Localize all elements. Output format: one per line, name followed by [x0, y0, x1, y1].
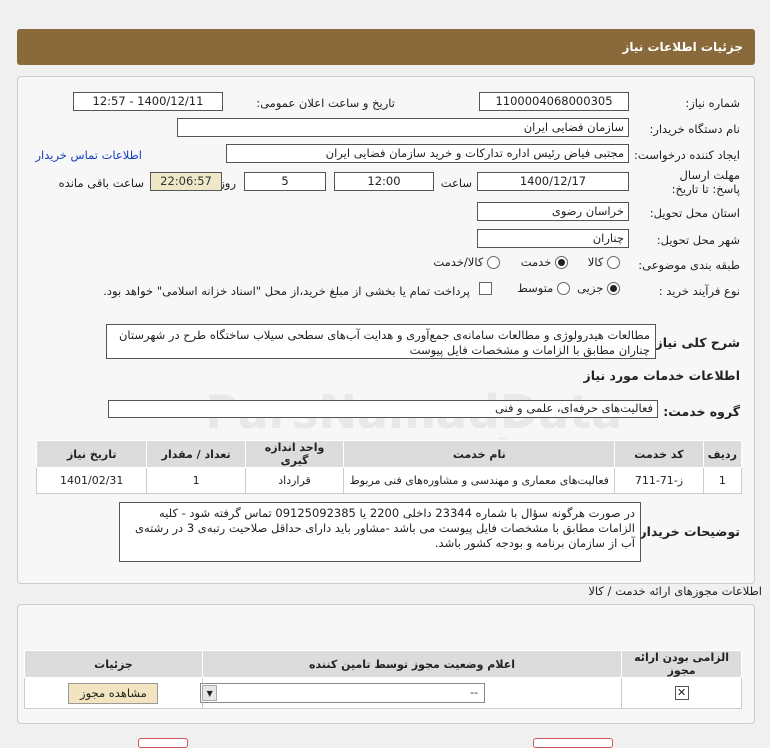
radio-goods[interactable] — [607, 256, 620, 269]
cell-service-code: ز-71-711 — [614, 467, 704, 494]
announce-label: تاریخ و ساعت اعلان عمومی: — [256, 96, 395, 110]
treasury-checkbox[interactable] — [479, 282, 492, 295]
permits-table-header: الزامی بودن ارائه مجوز اعلام وضعیت مجوز … — [24, 650, 742, 678]
col-permit-details: جزئیات — [24, 650, 203, 678]
table-row: ✕ -- ▼ مشاهده مجوز — [24, 677, 742, 709]
bottom-button-left[interactable] — [138, 738, 188, 748]
col-unit: واحد اندازه گیری — [244, 440, 345, 468]
days-field[interactable]: 5 — [244, 172, 326, 191]
col-service-name: نام خدمت — [343, 440, 616, 468]
cell-quantity: 1 — [146, 467, 246, 494]
view-permit-button[interactable]: مشاهده مجوز — [68, 682, 159, 704]
permit-status-select[interactable]: -- ▼ — [200, 683, 486, 703]
cell-permit-status: -- ▼ — [200, 677, 623, 709]
deadline-label: مهلت ارسال پاسخ: تا تاریخ: — [671, 168, 740, 196]
bottom-button-right[interactable] — [533, 738, 613, 748]
description-field[interactable]: مطالعات هیدرولوژی و مطالعات سامانه‌ی جمع… — [106, 324, 656, 359]
description-label: شرح کلی نیاز: — [650, 335, 740, 350]
contact-buyer-link[interactable]: اطلاعات تماس خریدار — [35, 148, 142, 162]
deadline-time-field[interactable]: 12:00 — [334, 172, 434, 191]
cell-service-name: فعالیت‌های معماری و مهندسی و مشاوره‌های … — [343, 467, 616, 494]
remaining-time-field: 22:06:57 — [150, 172, 222, 191]
services-title: اطلاعات خدمات مورد نیاز — [583, 368, 741, 383]
requester-label: ایجاد کننده درخواست: — [634, 148, 740, 162]
radio-service[interactable] — [555, 256, 568, 269]
announce-field[interactable]: 1400/12/11 - 12:57 — [73, 92, 223, 111]
requester-field[interactable]: مجتبی فیاض رئیس اداره تدارکات و خرید ساز… — [226, 144, 629, 163]
service-group-field[interactable]: فعالیت‌های حرفه‌ای، علمی و فنی — [108, 400, 658, 418]
buyer-notes-field[interactable]: در صورت هرگونه سؤال با شماره 23344 داخلی… — [119, 502, 641, 562]
cell-need-date: 1401/02/31 — [35, 467, 148, 494]
need-number-label: شماره نیاز: — [685, 96, 740, 110]
permits-section-title: اطلاعات مجوزهای ارائه خدمت / کالا — [588, 584, 762, 598]
buyer-org-field[interactable]: سازمان فضایی ایران — [177, 118, 629, 137]
cell-permit-required: ✕ — [621, 677, 742, 709]
table-row[interactable]: 1 ز-71-711 فعالیت‌های معماری و مهندسی و … — [35, 467, 743, 494]
page-header: جزئیات اطلاعات نیاز — [17, 29, 755, 65]
category-option-goods[interactable]: کالا — [588, 255, 620, 269]
page-title: جزئیات اطلاعات نیاز — [622, 40, 743, 54]
category-option-goods-service[interactable]: کالا/خدمت — [433, 255, 500, 269]
radio-medium[interactable] — [557, 282, 570, 295]
deadline-date-field[interactable]: 1400/12/17 — [477, 172, 629, 191]
category-option-service[interactable]: خدمت — [521, 255, 568, 269]
category-label: طبقه بندی موضوعی: — [638, 258, 740, 272]
chevron-down-icon[interactable]: ▼ — [202, 685, 218, 701]
col-permit-required: الزامی بودن ارائه مجوز — [621, 650, 742, 678]
city-field[interactable]: چناران — [477, 229, 629, 248]
cell-permit-details: مشاهده مجوز — [24, 677, 203, 709]
service-group-label: گروه خدمت: — [663, 404, 740, 419]
services-table: ردیف کد خدمت نام خدمت واحد اندازه گیری ت… — [35, 440, 743, 494]
col-service-code: کد خدمت — [614, 440, 704, 468]
need-number-field[interactable]: 1100004068000305 — [479, 92, 629, 111]
deadline-time-label: ساعت — [440, 176, 472, 190]
radio-minor[interactable] — [607, 282, 620, 295]
col-quantity: تعداد / مقدار — [146, 440, 246, 468]
buyer-org-label: نام دستگاه خریدار: — [649, 122, 740, 136]
process-option-medium[interactable]: متوسط — [517, 281, 570, 295]
radio-goods-service[interactable] — [487, 256, 500, 269]
province-label: استان محل تحویل: — [649, 206, 740, 220]
col-row: ردیف — [702, 440, 743, 468]
col-need-date: تاریخ نیاز — [35, 440, 148, 468]
buyer-notes-label: توضیحات خریدار: — [634, 524, 740, 539]
col-permit-status: اعلام وضعیت مجوز توسط تامین کننده — [201, 650, 623, 678]
city-label: شهر محل تحویل: — [656, 233, 740, 247]
process-option-minor[interactable]: جزیی — [577, 281, 620, 295]
cell-unit: قرارداد — [244, 467, 345, 494]
permits-table: الزامی بودن ارائه مجوز اعلام وضعیت مجوز … — [24, 650, 742, 709]
process-label: نوع فرآیند خرید : — [658, 284, 740, 298]
services-table-header: ردیف کد خدمت نام خدمت واحد اندازه گیری ت… — [35, 440, 743, 468]
province-field[interactable]: خراسان رضوی — [477, 202, 629, 221]
cell-row: 1 — [702, 467, 743, 494]
required-checkbox-icon: ✕ — [674, 686, 689, 700]
payment-note: پرداخت تمام یا بخشی از مبلغ خرید،از محل … — [103, 284, 470, 298]
remaining-label: ساعت باقی مانده — [58, 176, 144, 190]
